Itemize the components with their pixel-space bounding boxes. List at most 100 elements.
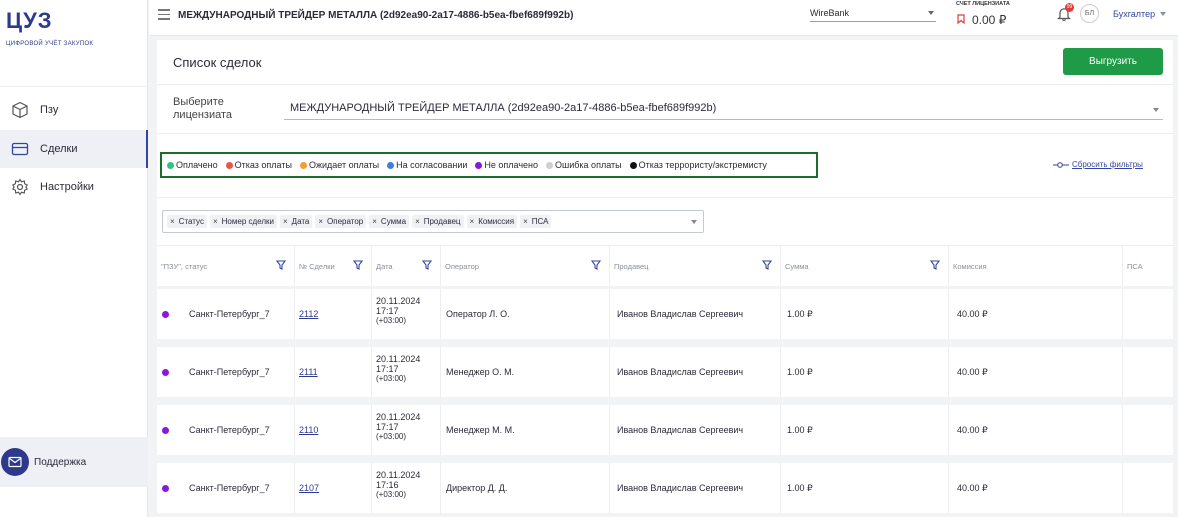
cell-sum: 1.00 ₽ [781,347,949,397]
deal-number-link[interactable]: 2110 [299,425,318,435]
column-header-psa: ПСА [1123,246,1173,286]
close-icon[interactable]: × [213,217,218,226]
filter-icon[interactable] [276,260,286,270]
close-icon[interactable]: × [415,217,420,226]
time-value: 17:17 [376,364,399,374]
reset-filters-link[interactable]: Сбросить фильтры [1053,160,1143,169]
sidebar-item-deals[interactable]: Сделки [0,130,148,168]
support-button[interactable]: Поддержка [0,437,148,487]
avatar[interactable]: БЛ [1080,4,1099,23]
chevron-down-icon [928,11,934,15]
table-row[interactable]: Санкт-Петербург_7 2110 20.11.2024 17:17 … [157,405,1173,455]
divider [157,84,1173,85]
filter-icon[interactable] [930,260,940,270]
legend-item-payment-error[interactable]: Ошибка оплаты [546,160,622,170]
export-button[interactable]: Выгрузить [1063,48,1163,75]
cell-number: 2110 [295,405,372,455]
deal-number-link[interactable]: 2107 [299,483,319,493]
filter-icon[interactable] [591,260,601,270]
table-row[interactable]: Санкт-Петербург_7 2107 20.11.2024 17:16 … [157,463,1173,513]
timezone-value: (+03:00) [376,374,407,383]
divider [157,197,1173,198]
cell-operator: Менеджер О. М. [441,347,610,397]
legend-label: На согласовании [396,160,468,170]
column-select[interactable]: × Статус × Номер сделки × Дата × Оператор × С… [162,210,704,233]
main-panel: Список сделок Выгрузить Выберите лицензи… [157,40,1173,517]
sidebar: ЦУЗ ЦИФРОВОЙ УЧЁТ ЗАКУПОК Пзу Сделки Нас… [0,0,148,517]
cell-commission: 40.00 ₽ [949,289,1123,339]
licensee-select[interactable]: МЕЖДУНАРОДНЫЙ ТРЕЙДЕР МЕТАЛЛА (2d92ea90-… [284,98,1163,120]
deal-number-link[interactable]: 2111 [299,367,318,377]
column-tag-label: Комиссия [478,217,515,226]
column-tag-label: Сумма [380,217,407,226]
deal-number-link[interactable]: 2112 [299,309,318,319]
cell-sum: 1.00 ₽ [781,463,949,513]
role-select[interactable]: Бухгалтер [1113,9,1155,19]
close-icon[interactable]: × [523,217,528,226]
legend-item-under-approval[interactable]: На согласовании [387,160,467,170]
column-tag[interactable]: × Продавец [412,215,464,228]
status-dot [629,161,637,169]
date-value: 20.11.2024 [376,470,421,480]
column-header-label: ПСА [1127,261,1143,271]
column-header-label: Оператор [445,261,479,271]
close-icon[interactable]: × [372,217,377,226]
status-dot [225,161,233,169]
column-header-commission: Комиссия [949,246,1123,286]
cell-number: 2107 [295,463,372,513]
cell-number: 2111 [295,347,372,397]
chevron-down-icon[interactable] [691,220,697,224]
column-tag[interactable]: × ПСА [520,215,552,228]
cell-operator: Директор Д. Д. [441,463,610,513]
column-header-label: № Сделки [299,261,335,271]
menu-icon[interactable] [158,9,170,23]
column-header-number: № Сделки [295,246,372,286]
legend-label: Ошибка оплаты [555,160,622,170]
filter-icon[interactable] [353,260,363,270]
column-tag[interactable]: × Статус [167,215,207,228]
account-balance-value: 0.00 ₽ [972,13,1007,27]
status-dot [299,161,307,169]
column-header-status: "ПЗУ", статус [157,246,295,286]
status-dot [162,426,169,434]
app-logo[interactable]: ЦУЗ [6,8,53,34]
timezone-value: (+03:00) [376,490,407,499]
sidebar-item-settings[interactable]: Настройки [0,168,148,206]
legend-item-not-paid[interactable]: Не оплачено [475,160,538,170]
gear-icon [10,177,30,197]
status-legend: Оплачено Отказ оплаты Ожидает оплаты На … [160,152,818,178]
table-row[interactable]: Санкт-Петербург_7 2111 20.11.2024 17:17 … [157,347,1173,397]
chevron-down-icon[interactable] [1160,12,1166,16]
table-row[interactable]: Санкт-Петербург_7 2112 20.11.2024 17:17 … [157,289,1173,339]
column-tag[interactable]: × Номер сделки [209,215,277,228]
timezone-value: (+03:00) [376,316,407,325]
licensee-label: Выберите лицензиата [173,96,233,121]
sidebar-item-label: Сделки [40,143,78,155]
close-icon[interactable]: × [470,217,475,226]
legend-item-payment-refused[interactable]: Отказ оплаты [225,160,292,170]
mail-icon [1,448,29,476]
cell-status: Санкт-Петербург_7 [157,463,295,513]
divider [157,133,1173,134]
filter-icon[interactable] [762,260,772,270]
column-tag-label: ПСА [531,217,549,226]
legend-item-paid[interactable]: Оплачено [167,160,218,170]
column-tag[interactable]: × Комиссия [466,215,518,228]
timezone-value: (+03:00) [376,432,407,441]
cell-seller: Иванов Владислав Сергеевич [610,405,781,455]
cell-commission: 40.00 ₽ [949,347,1123,397]
filter-icon[interactable] [422,260,432,270]
column-tag[interactable]: × Дата [279,215,313,228]
close-icon[interactable]: × [283,217,288,226]
cell-date: 20.11.2024 17:16 (+03:00) [372,463,441,513]
legend-item-awaiting-payment[interactable]: Ожидает оплаты [299,160,379,170]
close-icon[interactable]: × [170,217,175,226]
cell-pzu: Санкт-Петербург_7 [189,309,270,319]
legend-item-terrorist-refusal[interactable]: Отказ террористу/экстремисту [629,160,767,170]
cell-psa [1123,405,1173,455]
column-tag[interactable]: × Оператор [315,215,367,228]
column-tag[interactable]: × Сумма [369,215,410,228]
sidebar-item-pzu[interactable]: Пзу [0,91,148,129]
close-icon[interactable]: × [318,217,323,226]
bank-select[interactable]: WireBank [810,4,936,22]
